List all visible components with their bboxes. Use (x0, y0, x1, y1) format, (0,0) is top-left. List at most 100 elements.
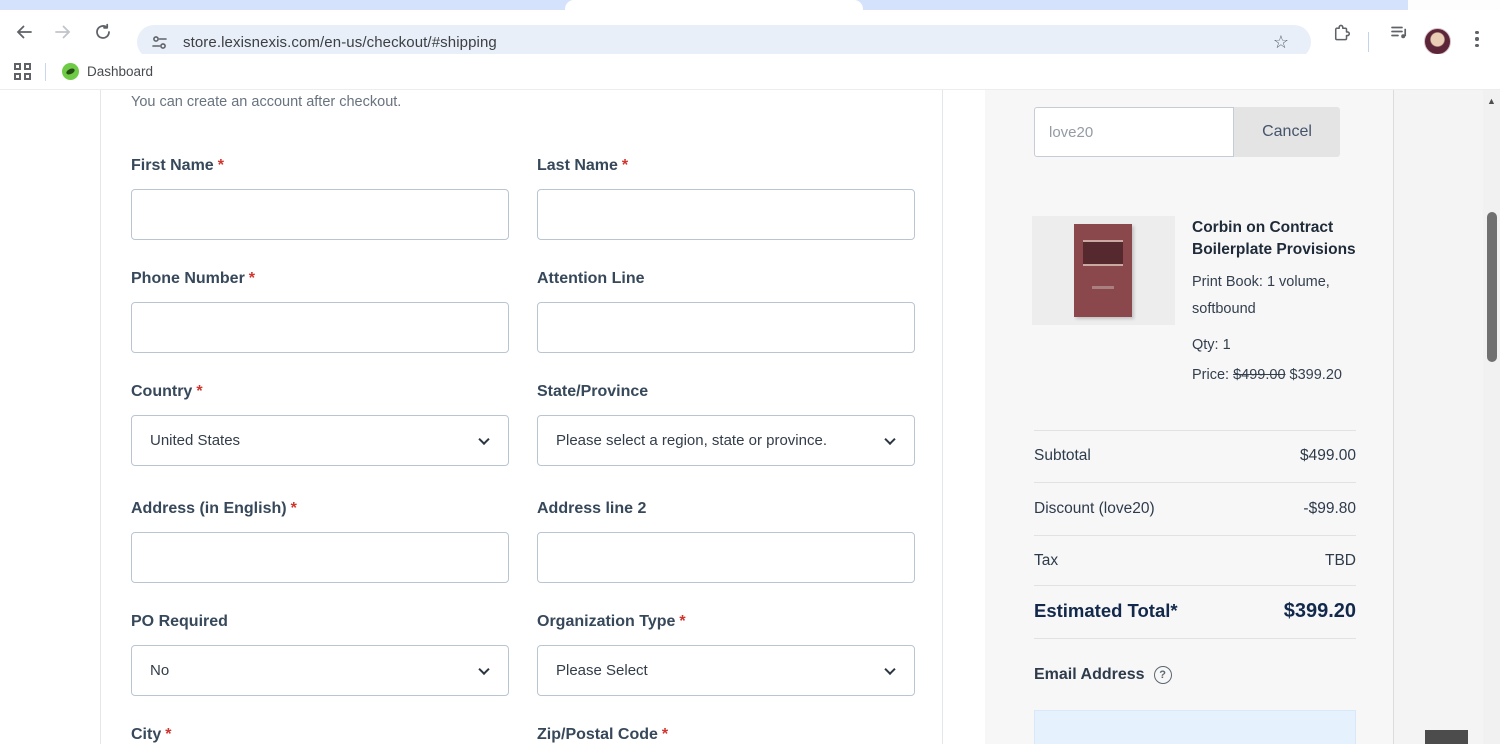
discounted-price: $399.20 (1289, 367, 1342, 383)
required-asterisk: * (165, 726, 172, 743)
field-label: Address (in English) * (131, 500, 297, 517)
order-summary: Cancel Corbin on Contract Boilerplate Pr… (985, 90, 1393, 744)
required-asterisk: * (290, 500, 297, 517)
address-input[interactable] (131, 532, 509, 583)
field-first-name: First Name * (131, 155, 509, 240)
last-name-input[interactable] (537, 189, 915, 240)
chevron-down-icon (478, 433, 490, 445)
organization-type-select[interactable]: Please Select (537, 645, 915, 696)
tab-strip (0, 0, 1500, 10)
tax-row: Tax TBD (1034, 552, 1356, 570)
required-asterisk: * (196, 383, 203, 400)
bookmark-label: Dashboard (87, 64, 154, 79)
browser-toolbar: store.lexisnexis.com/en-us/checkout/#shi… (0, 10, 1500, 59)
country-select[interactable]: United States (131, 415, 509, 466)
select-value: Please Select (556, 662, 648, 679)
scrollbar-thumb[interactable] (1486, 212, 1497, 362)
field-label: City * (131, 726, 172, 743)
field-label: Attention Line (537, 270, 645, 287)
tax-label: Tax (1034, 552, 1059, 569)
subtotal-value: $499.00 (1299, 447, 1356, 464)
field-phone-number: Phone Number * (131, 268, 509, 353)
required-asterisk: * (248, 270, 256, 287)
media-controls-button[interactable] (1388, 21, 1410, 43)
original-price: $499.00 (1233, 367, 1286, 383)
forward-button[interactable] (52, 21, 74, 43)
scroll-to-top-button[interactable] (1425, 730, 1468, 744)
field-label: Phone Number * (131, 270, 256, 287)
summary-divider (1034, 482, 1356, 483)
scroll-up-arrow[interactable]: ▲ (1483, 96, 1500, 106)
help-icon[interactable]: ? (1153, 666, 1172, 684)
address-line-2-input[interactable] (537, 532, 915, 583)
bookmarks-bar: Dashboard (0, 54, 1500, 90)
summary-divider (1034, 430, 1356, 431)
phone-number-input[interactable] (131, 302, 509, 353)
estimated-total-row: Estimated Total* $399.20 (1034, 600, 1356, 623)
summary-divider (1034, 638, 1356, 639)
extensions-button[interactable] (1329, 21, 1351, 43)
subtotal-label: Subtotal (1034, 447, 1091, 464)
bookmark-dashboard[interactable]: Dashboard (62, 63, 153, 80)
field-city: City * (131, 724, 509, 744)
po-required-select[interactable]: No (131, 645, 509, 696)
product-title[interactable]: Corbin on Contract Boilerplate Provision… (1192, 217, 1357, 261)
toolbar-separator (1368, 32, 1369, 52)
state-province-select[interactable]: Please select a region, state or provinc… (537, 415, 915, 466)
estimated-total-label: Estimated Total* (1034, 600, 1178, 621)
chevron-down-icon (884, 663, 896, 675)
field-label: State/Province (537, 383, 649, 400)
product-price: Price: $499.00 $399.20 (1192, 367, 1342, 383)
promo-code-input[interactable] (1034, 107, 1234, 157)
field-organization-type: Organization Type * Please Select (537, 611, 915, 696)
field-label: Country * (131, 383, 203, 400)
field-attention-line: Attention Line (537, 268, 915, 353)
select-value: Please select a region, state or provinc… (556, 432, 827, 449)
scrollbar[interactable]: ▲ (1483, 90, 1500, 744)
puzzle-icon (1334, 24, 1350, 40)
field-label: Address line 2 (537, 500, 647, 517)
field-label: First Name * (131, 157, 224, 174)
apps-grid-icon[interactable] (14, 63, 31, 80)
back-button[interactable] (13, 21, 35, 43)
product-image (1032, 216, 1175, 325)
field-zip-postal-code: Zip/Postal Code * (537, 724, 915, 744)
field-address: Address (in English) * (131, 498, 509, 583)
field-po-required: PO Required No (131, 611, 509, 696)
first-name-input[interactable] (131, 189, 509, 240)
field-last-name: Last Name * (537, 155, 915, 240)
tax-value: TBD (1325, 552, 1356, 569)
field-label: Zip/Postal Code * (537, 726, 669, 743)
estimated-total-value: $399.20 (1283, 600, 1356, 622)
book-cover (1074, 224, 1132, 317)
tab-strip-end (1408, 0, 1500, 10)
email-address-input[interactable] (1034, 710, 1356, 744)
select-value: United States (150, 432, 241, 449)
product-format-line1: Print Book: 1 volume, (1192, 274, 1330, 290)
active-tab[interactable] (565, 0, 863, 10)
attention-line-input[interactable] (537, 302, 915, 353)
dashboard-favicon-icon (62, 63, 79, 80)
reload-button[interactable] (92, 21, 114, 43)
chevron-down-icon (884, 433, 896, 445)
required-asterisk: * (661, 726, 669, 743)
site-settings-icon[interactable] (150, 33, 169, 52)
profile-avatar[interactable] (1424, 28, 1451, 55)
field-address-line-2: Address line 2 (537, 498, 915, 583)
product-format-line2: softbound (1192, 301, 1256, 317)
account-note: You can create an account after checkout… (131, 94, 402, 110)
subtotal-row: Subtotal $499.00 (1034, 447, 1356, 465)
browser-menu-button[interactable] (1473, 31, 1481, 48)
shipping-form: You can create an account after checkout… (100, 90, 943, 744)
summary-divider (1034, 585, 1356, 586)
back-arrow-icon (16, 25, 32, 39)
url-text[interactable]: store.lexisnexis.com/en-us/checkout/#shi… (183, 34, 497, 51)
required-asterisk: * (621, 157, 629, 174)
promo-cancel-button[interactable]: Cancel (1234, 107, 1340, 157)
required-asterisk: * (679, 613, 686, 630)
email-address-label: Email Address (1034, 666, 1145, 683)
bookmark-star-icon[interactable]: ☆ (1273, 31, 1289, 53)
field-label: Organization Type * (537, 613, 686, 630)
product-quantity: Qty: 1 (1192, 337, 1231, 353)
field-state-province: State/Province Please select a region, s… (537, 381, 915, 466)
